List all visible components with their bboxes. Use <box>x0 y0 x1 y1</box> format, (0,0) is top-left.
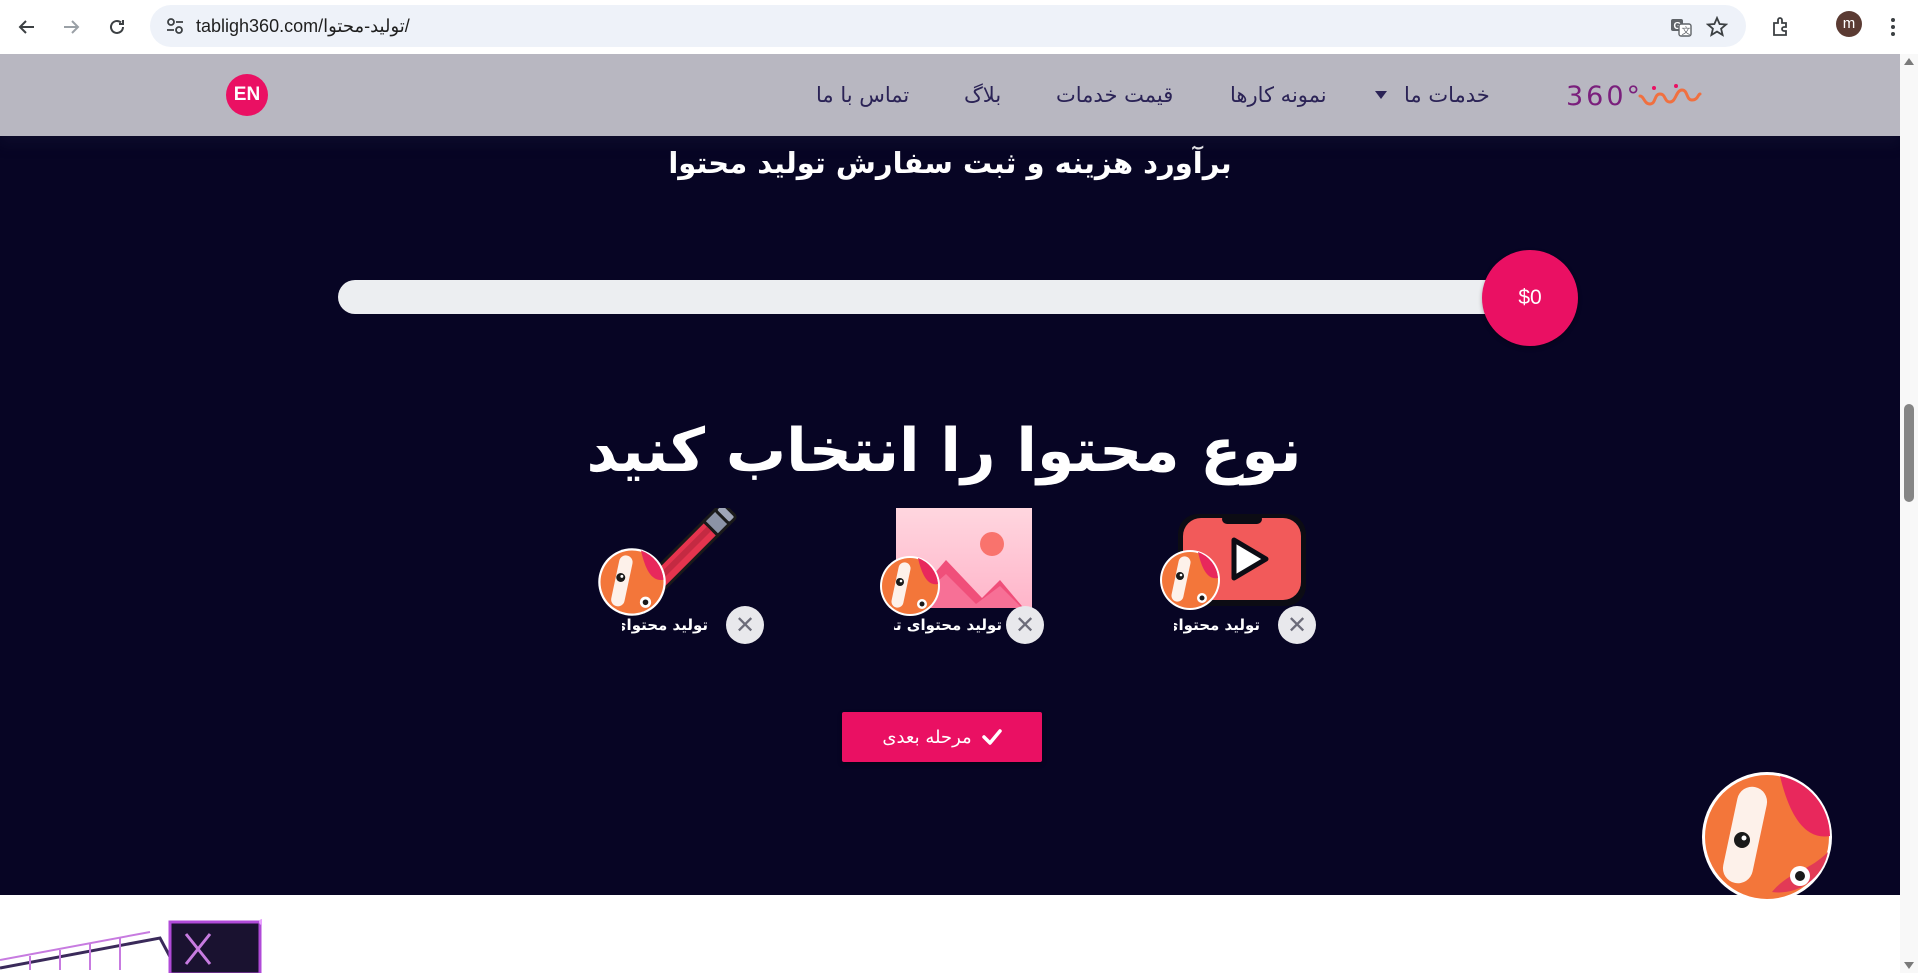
translate-icon[interactable]: G文 <box>1668 14 1694 40</box>
svg-text:360°: 360° <box>1566 81 1643 112</box>
option-label: تولید محتوای تصویری <box>894 616 1002 634</box>
option-text[interactable]: تولید محتوای متنی ✕ <box>598 508 774 648</box>
site-header: 360° خدمات ما نمونه کارها قیمت خدمات بلا… <box>0 54 1900 136</box>
site-settings-icon[interactable] <box>164 15 186 37</box>
reload-icon[interactable] <box>98 8 136 46</box>
page-viewport: 360° خدمات ما نمونه کارها قیمت خدمات بلا… <box>0 54 1900 973</box>
billboard-illustration <box>0 919 262 973</box>
menu-portfolio[interactable]: نمونه کارها <box>1230 78 1327 112</box>
option-image[interactable]: تولید محتوای تصویری ✕ <box>878 508 1048 648</box>
menu-services[interactable]: خدمات ما <box>1404 78 1490 112</box>
scrollbar-thumb[interactable] <box>1904 404 1914 502</box>
mascot-icon <box>880 556 940 616</box>
price-badge: $0 <box>1482 250 1578 346</box>
svg-text:文: 文 <box>1682 25 1691 37</box>
mascot-icon <box>1160 550 1220 610</box>
close-icon[interactable]: ✕ <box>726 606 764 644</box>
mascot-icon <box>1705 775 1830 899</box>
address-bar[interactable]: tabligh360.com/تولید-محتوا/ G文 <box>150 5 1746 47</box>
page-title: برآورد هزینه و ثبت سفارش تولید محتوا <box>668 146 1232 180</box>
close-icon[interactable]: ✕ <box>1006 606 1044 644</box>
browser-toolbar: tabligh360.com/تولید-محتوا/ G文 m <box>0 0 1918 54</box>
next-step-label: مرحله بعدی <box>882 726 972 748</box>
menu-contact[interactable]: تماس با ما <box>816 78 909 112</box>
option-video[interactable]: تولید محتوای ویدئویی ✕ <box>1158 508 1328 648</box>
url-text[interactable]: tabligh360.com/تولید-محتوا/ <box>196 5 410 47</box>
menu-dots-icon[interactable] <box>1874 8 1912 46</box>
price-progress-bar <box>338 280 1560 314</box>
content-type-heading: نوع محتوا را انتخاب کنید <box>586 416 1302 486</box>
chat-widget-button[interactable] <box>1702 772 1832 902</box>
profile-avatar[interactable]: m <box>1836 11 1862 37</box>
option-label: تولید محتوای متنی <box>622 616 708 634</box>
scroll-up-icon[interactable] <box>1904 58 1914 65</box>
next-step-button[interactable]: مرحله بعدی <box>842 712 1042 762</box>
option-label: تولید محتوای ویدئویی <box>1174 616 1260 634</box>
mascot-icon <box>598 548 666 616</box>
close-icon[interactable]: ✕ <box>1278 606 1316 644</box>
chevron-down-icon[interactable] <box>1375 91 1387 99</box>
vertical-scrollbar[interactable] <box>1900 54 1918 973</box>
menu-pricing[interactable]: قیمت خدمات <box>1056 78 1173 112</box>
check-icon <box>981 729 1002 745</box>
forward-icon[interactable] <box>52 8 90 46</box>
order-estimator-section: برآورد هزینه و ثبت سفارش تولید محتوا $0 … <box>0 136 1900 895</box>
extensions-icon[interactable] <box>1762 8 1800 46</box>
site-logo[interactable]: 360° <box>1552 74 1712 114</box>
back-icon[interactable] <box>8 8 46 46</box>
scroll-down-icon[interactable] <box>1904 962 1914 969</box>
language-switch-button[interactable]: EN <box>226 74 268 116</box>
bookmark-star-icon[interactable] <box>1704 14 1730 40</box>
menu-blog[interactable]: بلاگ <box>964 78 1001 112</box>
